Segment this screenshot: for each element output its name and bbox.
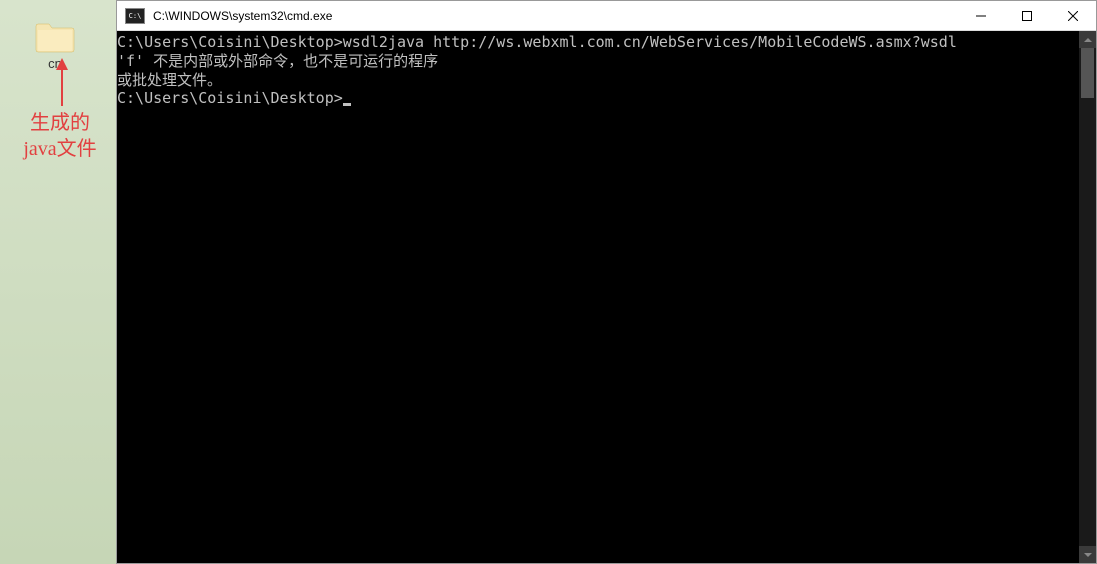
window-controls (958, 1, 1096, 31)
cursor-icon (343, 103, 351, 106)
terminal-line: 或批处理文件。 (117, 71, 1079, 90)
cmd-app-icon: C:\ (125, 8, 145, 24)
terminal[interactable]: C:\Users\Coisini\Desktop>wsdl2java http:… (117, 31, 1079, 563)
terminal-line: 'f' 不是内部或外部命令，也不是可运行的程序 (117, 52, 1079, 71)
terminal-prompt: C:\Users\Coisini\Desktop> (117, 89, 343, 107)
close-button[interactable] (1050, 1, 1096, 31)
scrollbar[interactable] (1079, 31, 1096, 563)
close-icon (1068, 11, 1078, 21)
chevron-down-icon (1084, 551, 1092, 559)
folder-icon (34, 18, 76, 54)
scroll-down-button[interactable] (1079, 546, 1096, 563)
terminal-prompt-line: C:\Users\Coisini\Desktop> (117, 89, 1079, 108)
terminal-wrap: C:\Users\Coisini\Desktop>wsdl2java http:… (117, 31, 1096, 563)
annotation-text: 生成的 java文件 (15, 110, 105, 162)
chevron-up-icon (1084, 36, 1092, 44)
arrow-icon (50, 58, 74, 108)
scrollbar-track[interactable] (1079, 48, 1096, 546)
window-title: C:\WINDOWS\system32\cmd.exe (153, 9, 332, 23)
titlebar[interactable]: C:\ C:\WINDOWS\system32\cmd.exe (117, 1, 1096, 31)
minimize-button[interactable] (958, 1, 1004, 31)
scroll-up-button[interactable] (1079, 31, 1096, 48)
desktop-area: cn 生成的 java文件 (0, 0, 116, 564)
scrollbar-thumb[interactable] (1081, 48, 1094, 98)
terminal-line: C:\Users\Coisini\Desktop>wsdl2java http:… (117, 33, 1079, 52)
cmd-window: C:\ C:\WINDOWS\system32\cmd.exe C:\Users… (116, 0, 1097, 564)
minimize-icon (976, 11, 986, 21)
maximize-button[interactable] (1004, 1, 1050, 31)
maximize-icon (1022, 11, 1032, 21)
